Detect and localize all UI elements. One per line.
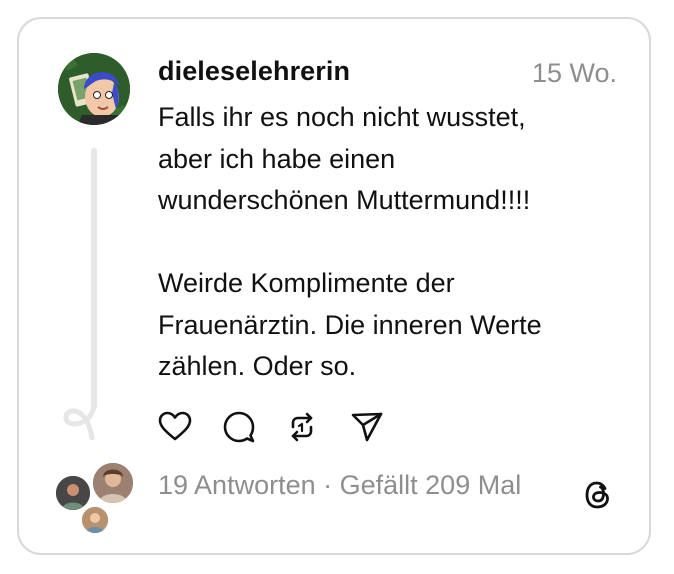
like-button[interactable] xyxy=(158,410,192,444)
replies-link[interactable]: 19 Antworten xyxy=(158,470,316,500)
comment-button[interactable] xyxy=(222,410,256,444)
post-text: Falls ihr es noch nicht wusstet, aber ic… xyxy=(158,102,542,381)
thread-curl-icon xyxy=(63,401,97,440)
stats-separator: · xyxy=(315,470,340,500)
username[interactable]: dieleselehrerin xyxy=(158,56,350,87)
timestamp[interactable]: 15 Wo. xyxy=(532,58,617,89)
avatar[interactable] xyxy=(58,53,130,125)
likes-link[interactable]: Gefällt 209 Mal xyxy=(340,470,522,500)
reply-avatar xyxy=(80,505,110,535)
comment-icon xyxy=(223,411,255,443)
heart-icon xyxy=(158,411,192,441)
thread-line xyxy=(91,148,97,410)
share-icon xyxy=(351,412,383,442)
repost-icon xyxy=(291,412,313,442)
repost-button[interactable] xyxy=(285,410,319,444)
threads-logo-icon[interactable] xyxy=(582,478,616,512)
reply-avatar xyxy=(91,461,135,505)
share-button[interactable] xyxy=(350,410,384,444)
post-stats: 19 Antworten · Gefällt 209 Mal xyxy=(158,470,521,501)
